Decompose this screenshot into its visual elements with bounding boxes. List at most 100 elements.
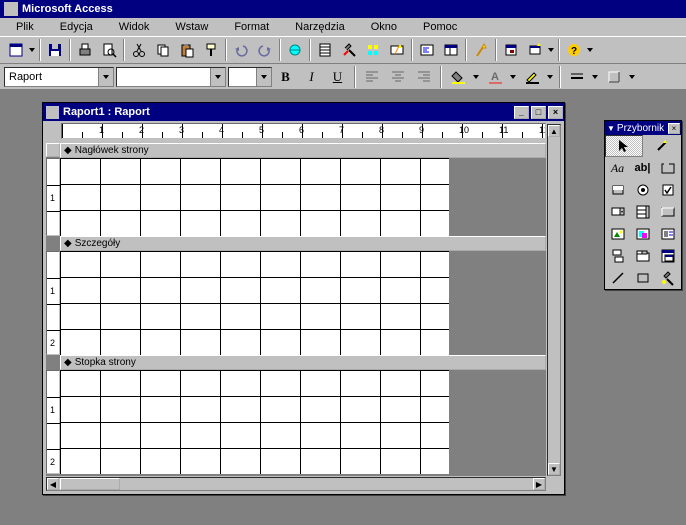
grid-detail[interactable] xyxy=(60,251,449,355)
tool-subform[interactable] xyxy=(655,245,680,267)
font-color-dropdown[interactable] xyxy=(509,75,517,79)
tool-tab-control[interactable] xyxy=(630,245,655,267)
redo-button xyxy=(253,39,276,61)
paste-button[interactable] xyxy=(175,39,198,61)
child-title-bar[interactable]: Raport1 : Raport _ □ × xyxy=(43,103,564,121)
app-title-bar: Microsoft Access xyxy=(0,0,686,18)
toolbox-close-button[interactable]: × xyxy=(668,123,680,134)
tool-textbox[interactable]: ab| xyxy=(630,157,655,179)
vertical-scrollbar[interactable]: ▲ ▼ xyxy=(547,124,561,476)
close-button[interactable]: × xyxy=(548,106,563,119)
tool-line[interactable] xyxy=(605,267,630,289)
tool-pointer[interactable] xyxy=(605,135,643,157)
view-dropdown[interactable] xyxy=(28,48,36,52)
menu-wstaw[interactable]: Wstaw xyxy=(163,19,220,35)
tool-toggle-button[interactable] xyxy=(605,179,630,201)
section-detail-bar[interactable]: ◆ Szczegóły xyxy=(60,236,546,251)
autoformat-button[interactable] xyxy=(385,39,408,61)
section-detail-label: Szczegóły xyxy=(75,238,121,249)
build-button[interactable] xyxy=(469,39,492,61)
minimize-button[interactable]: _ xyxy=(514,106,529,119)
tool-image[interactable] xyxy=(605,223,630,245)
database-window-button[interactable] xyxy=(499,39,522,61)
section-page-footer-bar[interactable]: ◆ Stopka strony xyxy=(60,355,546,370)
toolbox-button[interactable] xyxy=(337,39,360,61)
section-header-label: Nagłówek strony xyxy=(75,145,149,156)
new-object-dropdown[interactable] xyxy=(547,48,555,52)
scroll-thumb[interactable] xyxy=(60,478,120,490)
line-width-button[interactable] xyxy=(565,66,588,88)
tool-bound-frame[interactable] xyxy=(655,223,680,245)
report-icon xyxy=(46,106,59,119)
align-left-button xyxy=(360,66,383,88)
horizontal-scrollbar[interactable]: ◀ ▶ xyxy=(46,477,546,491)
special-effect-button[interactable] xyxy=(602,66,625,88)
tool-label[interactable]: Aa xyxy=(605,157,630,179)
tool-option-button[interactable] xyxy=(630,179,655,201)
ruler-corner[interactable] xyxy=(46,143,60,157)
align-center-button xyxy=(386,66,409,88)
grid-page-footer[interactable] xyxy=(60,370,449,474)
menu-format[interactable]: Format xyxy=(222,19,281,35)
tool-unbound-frame[interactable] xyxy=(630,223,655,245)
code-button[interactable] xyxy=(415,39,438,61)
print-preview-button[interactable] xyxy=(97,39,120,61)
horizontal-ruler[interactable]: 123456789101112 xyxy=(61,123,546,139)
fill-color-button[interactable] xyxy=(446,66,469,88)
tool-rectangle[interactable] xyxy=(630,267,655,289)
tool-combo-box[interactable] xyxy=(605,201,630,223)
tool-wizard[interactable] xyxy=(643,135,681,157)
help-dropdown[interactable] xyxy=(586,48,594,52)
hyperlink-button[interactable] xyxy=(283,39,306,61)
tool-checkbox[interactable] xyxy=(655,179,680,201)
copy-button[interactable] xyxy=(151,39,174,61)
new-object-button[interactable] xyxy=(523,39,546,61)
collapse-icon: ◆ xyxy=(64,238,72,249)
line-color-dropdown[interactable] xyxy=(546,75,554,79)
report-design-surface[interactable]: ◆ Nagłówek strony 1 ◆ Szczegóły 1 2 xyxy=(46,143,546,476)
font-color-button: A xyxy=(483,66,506,88)
field-list-button[interactable] xyxy=(313,39,336,61)
print-button[interactable] xyxy=(73,39,96,61)
cut-button[interactable] xyxy=(127,39,150,61)
font-combo[interactable] xyxy=(116,67,226,87)
tool-list-box[interactable] xyxy=(630,201,655,223)
grid-page-header[interactable] xyxy=(60,158,449,236)
tool-more-controls[interactable] xyxy=(655,267,680,289)
properties-button[interactable] xyxy=(439,39,462,61)
align-right-button xyxy=(412,66,435,88)
object-combo[interactable]: Raport xyxy=(4,67,114,87)
toolbox-palette[interactable]: ▼ Przybornik × Aa ab| xyxy=(604,120,682,290)
toolbox-title-bar[interactable]: ▼ Przybornik × xyxy=(605,121,681,135)
tool-page-break[interactable] xyxy=(605,245,630,267)
vertical-ruler-footer[interactable]: 1 2 xyxy=(46,370,60,474)
vertical-ruler-detail[interactable]: 1 2 xyxy=(46,251,60,355)
line-width-dropdown[interactable] xyxy=(591,75,599,79)
sorting-grouping-button[interactable] xyxy=(361,39,384,61)
tool-command-button[interactable] xyxy=(655,201,680,223)
format-painter-button[interactable] xyxy=(199,39,222,61)
maximize-button[interactable]: □ xyxy=(531,106,546,119)
mdi-client-area: Raport1 : Raport _ □ × 123456789101112 ▲… xyxy=(0,90,686,525)
svg-text:?: ? xyxy=(571,46,577,57)
menu-plik[interactable]: Plik xyxy=(4,19,46,35)
menu-narzedzia[interactable]: Narzędzia xyxy=(283,19,357,35)
special-effect-dropdown[interactable] xyxy=(628,75,636,79)
font-size-combo[interactable] xyxy=(228,67,272,87)
menu-bar: Plik Edycja Widok Wstaw Format Narzędzia… xyxy=(0,18,686,36)
tool-option-group[interactable] xyxy=(655,157,680,179)
help-button[interactable]: ? xyxy=(562,39,585,61)
collapse-icon: ◆ xyxy=(64,357,72,368)
menu-widok[interactable]: Widok xyxy=(107,19,162,35)
child-title: Raport1 : Raport xyxy=(63,106,150,118)
menu-pomoc[interactable]: Pomoc xyxy=(411,19,469,35)
fill-color-dropdown[interactable] xyxy=(472,75,480,79)
svg-text:A: A xyxy=(491,71,499,83)
save-button[interactable] xyxy=(43,39,66,61)
section-page-header-bar[interactable]: ◆ Nagłówek strony xyxy=(60,143,546,158)
menu-edycja[interactable]: Edycja xyxy=(48,19,105,35)
vertical-ruler-header[interactable]: 1 xyxy=(46,158,60,236)
menu-okno[interactable]: Okno xyxy=(359,19,409,35)
line-color-button[interactable] xyxy=(520,66,543,88)
view-button[interactable] xyxy=(4,39,27,61)
